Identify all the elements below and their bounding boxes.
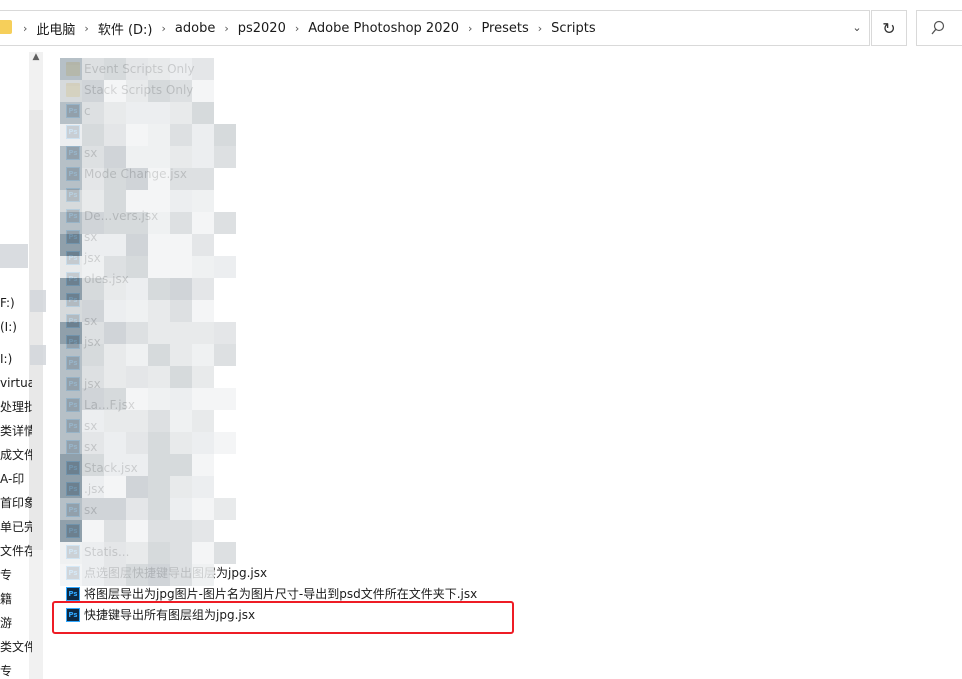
breadcrumb-item[interactable]: Presets (477, 21, 532, 36)
nav-item[interactable]: A-印 (0, 469, 32, 489)
nav-item[interactable]: 单已完 (0, 517, 32, 537)
chevron-right-icon[interactable]: › (219, 22, 233, 35)
nav-item[interactable]: 文件存储 (0, 541, 32, 561)
nav-item[interactable]: (I:) (0, 317, 32, 337)
chevron-right-icon[interactable]: › (79, 22, 93, 35)
red-highlight-box (52, 601, 514, 634)
nav-item[interactable]: 处理批 (0, 397, 32, 417)
nav-item[interactable]: virtua (0, 373, 32, 393)
nav-item[interactable]: 游 (0, 613, 32, 633)
breadcrumb-item[interactable]: 此电脑 (32, 19, 79, 38)
nav-item[interactable]: I:) (0, 349, 32, 369)
pixelated-redaction (60, 58, 240, 588)
breadcrumb-item[interactable]: ps2020 (234, 21, 290, 36)
chevron-down-icon[interactable]: ⌄ (845, 21, 869, 35)
nav-item[interactable]: 成文件 (0, 445, 32, 465)
nav-item[interactable]: 专 (0, 661, 32, 679)
blurred-region (30, 290, 46, 312)
address-bar-area: › 此电脑 › 软件 (D:) › adobe › ps2020 › Adobe… (0, 0, 962, 46)
refresh-button[interactable]: ↻ (871, 10, 907, 46)
blurred-region (30, 345, 46, 365)
breadcrumb-item[interactable]: adobe (171, 21, 219, 36)
nav-item[interactable]: 类文件 (0, 637, 32, 657)
breadcrumb-item[interactable]: Adobe Photoshop 2020 (304, 21, 463, 36)
address-bar[interactable]: › 此电脑 › 软件 (D:) › adobe › ps2020 › Adobe… (0, 10, 870, 46)
chevron-right-icon[interactable]: › (290, 22, 304, 35)
photoshop-script-icon: Ps (66, 586, 80, 601)
nav-item[interactable]: 首印象 (0, 493, 32, 513)
breadcrumb-item-current[interactable]: Scripts (547, 21, 599, 36)
chevron-right-icon[interactable]: › (18, 22, 32, 35)
breadcrumb-item[interactable]: 软件 (D:) (94, 19, 157, 38)
nav-item[interactable]: F:) (0, 293, 32, 313)
nav-item[interactable]: 籍 (0, 589, 32, 609)
scroll-up-icon[interactable]: ▲ (30, 52, 42, 66)
chevron-right-icon[interactable]: › (157, 22, 171, 35)
chevron-right-icon[interactable]: › (463, 22, 477, 35)
search-input[interactable] (916, 10, 962, 46)
breadcrumb: › 此电脑 › 软件 (D:) › adobe › ps2020 › Adobe… (18, 11, 600, 45)
refresh-icon: ↻ (882, 18, 896, 38)
nav-item[interactable]: 类详情 (0, 421, 32, 441)
folder-icon (0, 20, 12, 34)
blurred-region (0, 244, 28, 268)
search-icon (931, 20, 945, 35)
nav-item[interactable]: 专 (0, 565, 32, 585)
chevron-right-icon[interactable]: › (533, 22, 547, 35)
